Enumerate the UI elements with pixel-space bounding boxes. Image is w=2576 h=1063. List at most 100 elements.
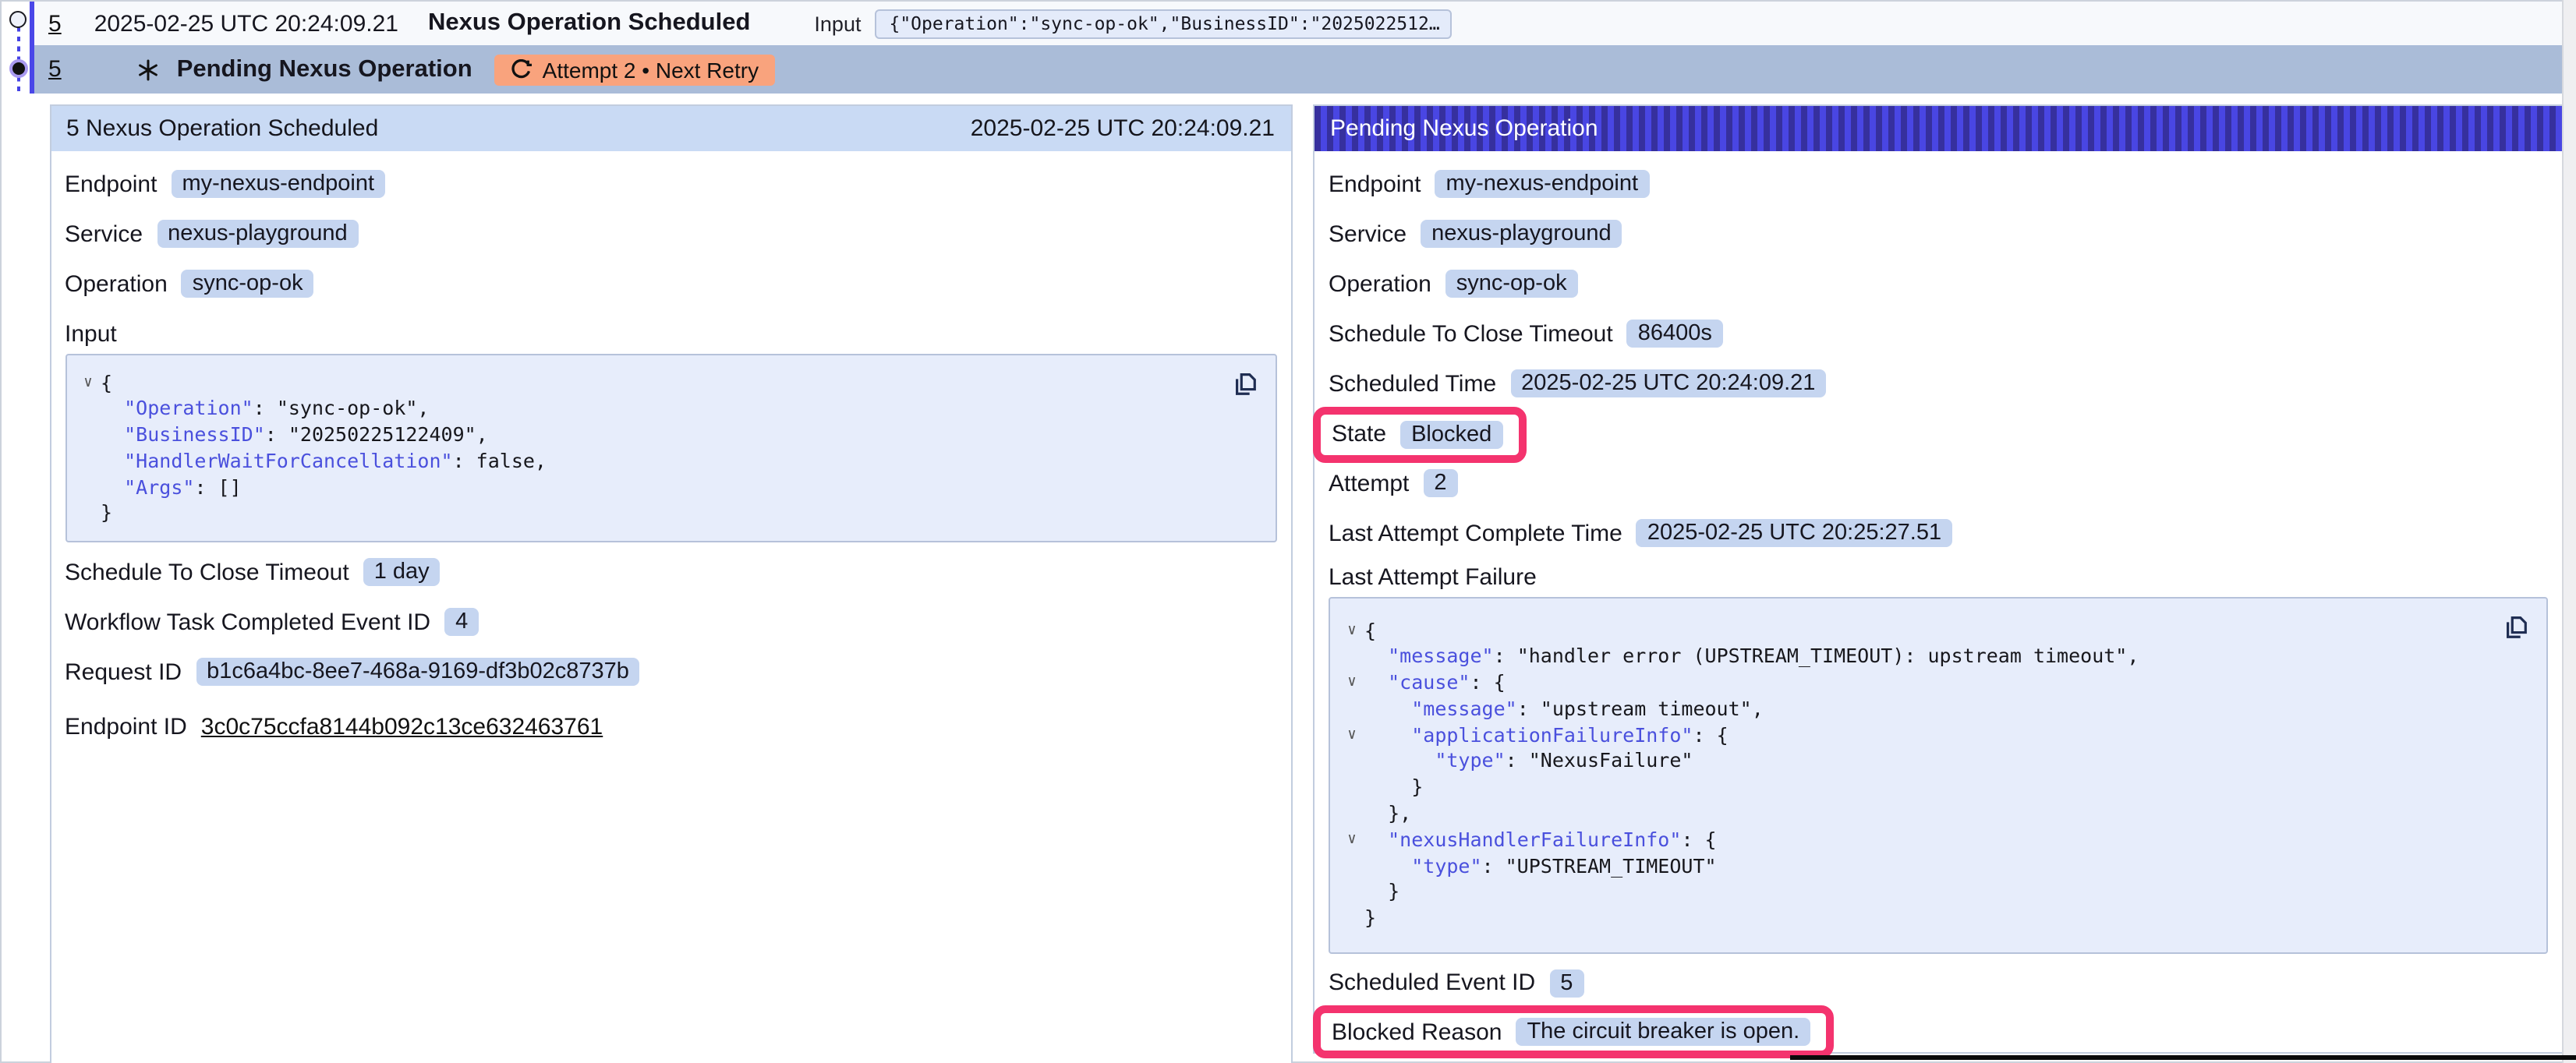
field-row-attempt: Attempt 2 bbox=[1329, 467, 2548, 500]
field-row-scheduled-time: Scheduled Time 2025-02-25 UTC 20:24:09.2… bbox=[1329, 367, 2548, 400]
event-id-link[interactable]: 5 bbox=[48, 10, 62, 37]
state-value-chip: Blocked bbox=[1400, 420, 1502, 448]
field-value-chip: sync-op-ok bbox=[1445, 270, 1578, 298]
pending-spark-icon bbox=[138, 58, 160, 80]
caret-gutter bbox=[76, 475, 101, 501]
caret-gutter bbox=[76, 449, 101, 475]
field-row-last-attempt-complete: Last Attempt Complete Time 2025-02-25 UT… bbox=[1329, 517, 2548, 549]
field-value-chip: 4 bbox=[444, 608, 479, 636]
copy-icon[interactable] bbox=[2503, 612, 2529, 640]
code-line: ∨{ bbox=[1339, 618, 2534, 645]
caret-gutter bbox=[1339, 775, 1364, 802]
code-line: ∨{ bbox=[76, 370, 1262, 397]
field-value-chip: my-nexus-endpoint bbox=[1435, 170, 1649, 198]
input-preview-chip[interactable]: {"Operation":"sync-op-ok","BusinessID":"… bbox=[875, 9, 1452, 38]
field-label: Last Attempt Complete Time bbox=[1329, 520, 1622, 546]
caret-gutter bbox=[1339, 853, 1364, 880]
window-bottom-edge bbox=[1790, 1055, 2576, 1059]
caret-gutter bbox=[76, 397, 101, 423]
field-value-chip: nexus-playground bbox=[1421, 220, 1622, 248]
collapse-caret-icon[interactable]: ∨ bbox=[76, 370, 101, 397]
code-line: "message": "upstream timeout", bbox=[1339, 697, 2534, 723]
field-row-service: Service nexus-playground bbox=[65, 217, 1276, 250]
event-title: Nexus Operation Scheduled bbox=[428, 9, 750, 37]
code-line: ∨ "cause": { bbox=[1339, 670, 2534, 697]
pending-panel-header: Pending Nexus Operation bbox=[1315, 105, 2562, 150]
failure-json-viewer: ∨{ "message": "handler error (UPSTREAM_T… bbox=[1329, 596, 2548, 954]
collapse-caret-icon[interactable]: ∨ bbox=[1339, 828, 1364, 854]
caret-gutter bbox=[1339, 697, 1364, 723]
pending-title: Pending Nexus Operation bbox=[177, 55, 472, 83]
field-label: Operation bbox=[1329, 270, 1431, 297]
caret-gutter bbox=[1339, 906, 1364, 933]
field-row-endpoint: Endpoint my-nexus-endpoint bbox=[65, 168, 1276, 200]
field-label: Schedule To Close Timeout bbox=[1329, 320, 1613, 347]
caret-gutter bbox=[1339, 749, 1364, 775]
code-line: "Args": [] bbox=[76, 475, 1262, 501]
field-label: Endpoint ID bbox=[65, 713, 187, 740]
field-label: State bbox=[1332, 421, 1386, 447]
field-label: Last Attempt Failure bbox=[1329, 563, 1537, 590]
input-json-viewer: ∨{ "Operation": "sync-op-ok", "BusinessI… bbox=[65, 353, 1276, 542]
retry-badge-label: Attempt 2 • Next Retry bbox=[543, 57, 759, 82]
caret-gutter bbox=[1339, 880, 1364, 906]
event-row-scheduled[interactable]: 5 2025-02-25 UTC 20:24:09.21 Nexus Opera… bbox=[34, 2, 2564, 45]
state-highlight-box: State Blocked bbox=[1313, 406, 1526, 462]
field-value-chip: 86400s bbox=[1627, 320, 1723, 348]
input-label: Input bbox=[814, 12, 861, 35]
timeline-current-dot-icon bbox=[9, 59, 28, 78]
field-label: Blocked Reason bbox=[1332, 1019, 1502, 1045]
code-line: "type": "UPSTREAM_TIMEOUT" bbox=[1339, 853, 2534, 880]
code-line: }, bbox=[1339, 801, 2534, 828]
collapse-caret-icon[interactable]: ∨ bbox=[1339, 722, 1364, 749]
field-row-endpoint-id: Endpoint ID 3c0c75ccfa8144b092c13ce63246… bbox=[65, 710, 1276, 743]
code-line: ∨ "applicationFailureInfo": { bbox=[1339, 722, 2534, 749]
scheduled-panel-title: 5 Nexus Operation Scheduled bbox=[66, 115, 378, 141]
field-label: Workflow Task Completed Event ID bbox=[65, 609, 430, 635]
collapse-caret-icon[interactable]: ∨ bbox=[1339, 618, 1364, 645]
retry-icon bbox=[510, 58, 532, 80]
copy-icon[interactable] bbox=[1231, 369, 1258, 397]
field-label: Service bbox=[65, 221, 143, 247]
field-value-chip: sync-op-ok bbox=[182, 270, 314, 298]
blocked-reason-highlight-box: Blocked Reason The circuit breaker is op… bbox=[1313, 1005, 1834, 1058]
scheduled-panel-header: 5 Nexus Operation Scheduled 2025-02-25 U… bbox=[51, 105, 1290, 150]
field-label: Schedule To Close Timeout bbox=[65, 559, 349, 585]
field-value-chip: 2 bbox=[1423, 469, 1457, 497]
field-row-schedule-to-close: Schedule To Close Timeout 86400s bbox=[1329, 317, 2548, 350]
field-row-input: Input bbox=[65, 317, 1276, 350]
field-row-request-id: Request ID b1c6a4bc-8ee7-468a-9169-df3b0… bbox=[65, 655, 1276, 688]
field-label: Input bbox=[65, 320, 117, 347]
caret-gutter bbox=[1339, 801, 1364, 828]
pending-operation-row[interactable]: 5 Pending Nexus Operation Attempt 2 • Ne… bbox=[34, 45, 2564, 94]
code-line: "type": "NexusFailure" bbox=[1339, 749, 2534, 775]
code-line: "message": "handler error (UPSTREAM_TIME… bbox=[1339, 645, 2534, 671]
code-line: "HandlerWaitForCancellation": false, bbox=[76, 449, 1262, 475]
collapse-caret-icon[interactable]: ∨ bbox=[1339, 670, 1364, 697]
field-value-chip: b1c6a4bc-8ee7-468a-9169-df3b02c8737b bbox=[196, 658, 640, 686]
field-row-wft-completed-id: Workflow Task Completed Event ID 4 bbox=[65, 606, 1276, 638]
caret-gutter bbox=[76, 422, 101, 449]
field-row-service: Service nexus-playground bbox=[1329, 217, 2548, 250]
field-label: Request ID bbox=[65, 659, 182, 685]
pending-id-link[interactable]: 5 bbox=[48, 56, 62, 83]
field-row-operation: Operation sync-op-ok bbox=[1329, 267, 2548, 300]
code-line: ∨ "nexusHandlerFailureInfo": { bbox=[1339, 828, 2534, 854]
field-label: Attempt bbox=[1329, 470, 1409, 496]
field-value-chip: my-nexus-endpoint bbox=[171, 170, 385, 198]
code-line: } bbox=[76, 501, 1262, 528]
field-value-chip: 1 day bbox=[363, 558, 441, 586]
scheduled-panel-timestamp: 2025-02-25 UTC 20:24:09.21 bbox=[971, 115, 1275, 141]
endpoint-id-link[interactable]: 3c0c75ccfa8144b092c13ce632463761 bbox=[201, 713, 603, 740]
field-label: Scheduled Time bbox=[1329, 370, 1496, 397]
scheduled-event-detail-panel: 5 Nexus Operation Scheduled 2025-02-25 U… bbox=[49, 104, 1292, 1063]
vertical-scrollbar[interactable] bbox=[2561, 0, 2576, 1063]
field-label: Operation bbox=[65, 270, 168, 297]
field-row-operation: Operation sync-op-ok bbox=[65, 267, 1276, 300]
blocked-reason-value-chip: The circuit breaker is open. bbox=[1516, 1018, 1810, 1046]
code-line: } bbox=[1339, 775, 2534, 802]
event-timestamp: 2025-02-25 UTC 20:24:09.21 bbox=[94, 10, 398, 37]
field-value-chip: 2025-02-25 UTC 20:24:09.21 bbox=[1510, 369, 1826, 397]
field-row-endpoint: Endpoint my-nexus-endpoint bbox=[1329, 168, 2548, 200]
field-label: Service bbox=[1329, 221, 1407, 247]
